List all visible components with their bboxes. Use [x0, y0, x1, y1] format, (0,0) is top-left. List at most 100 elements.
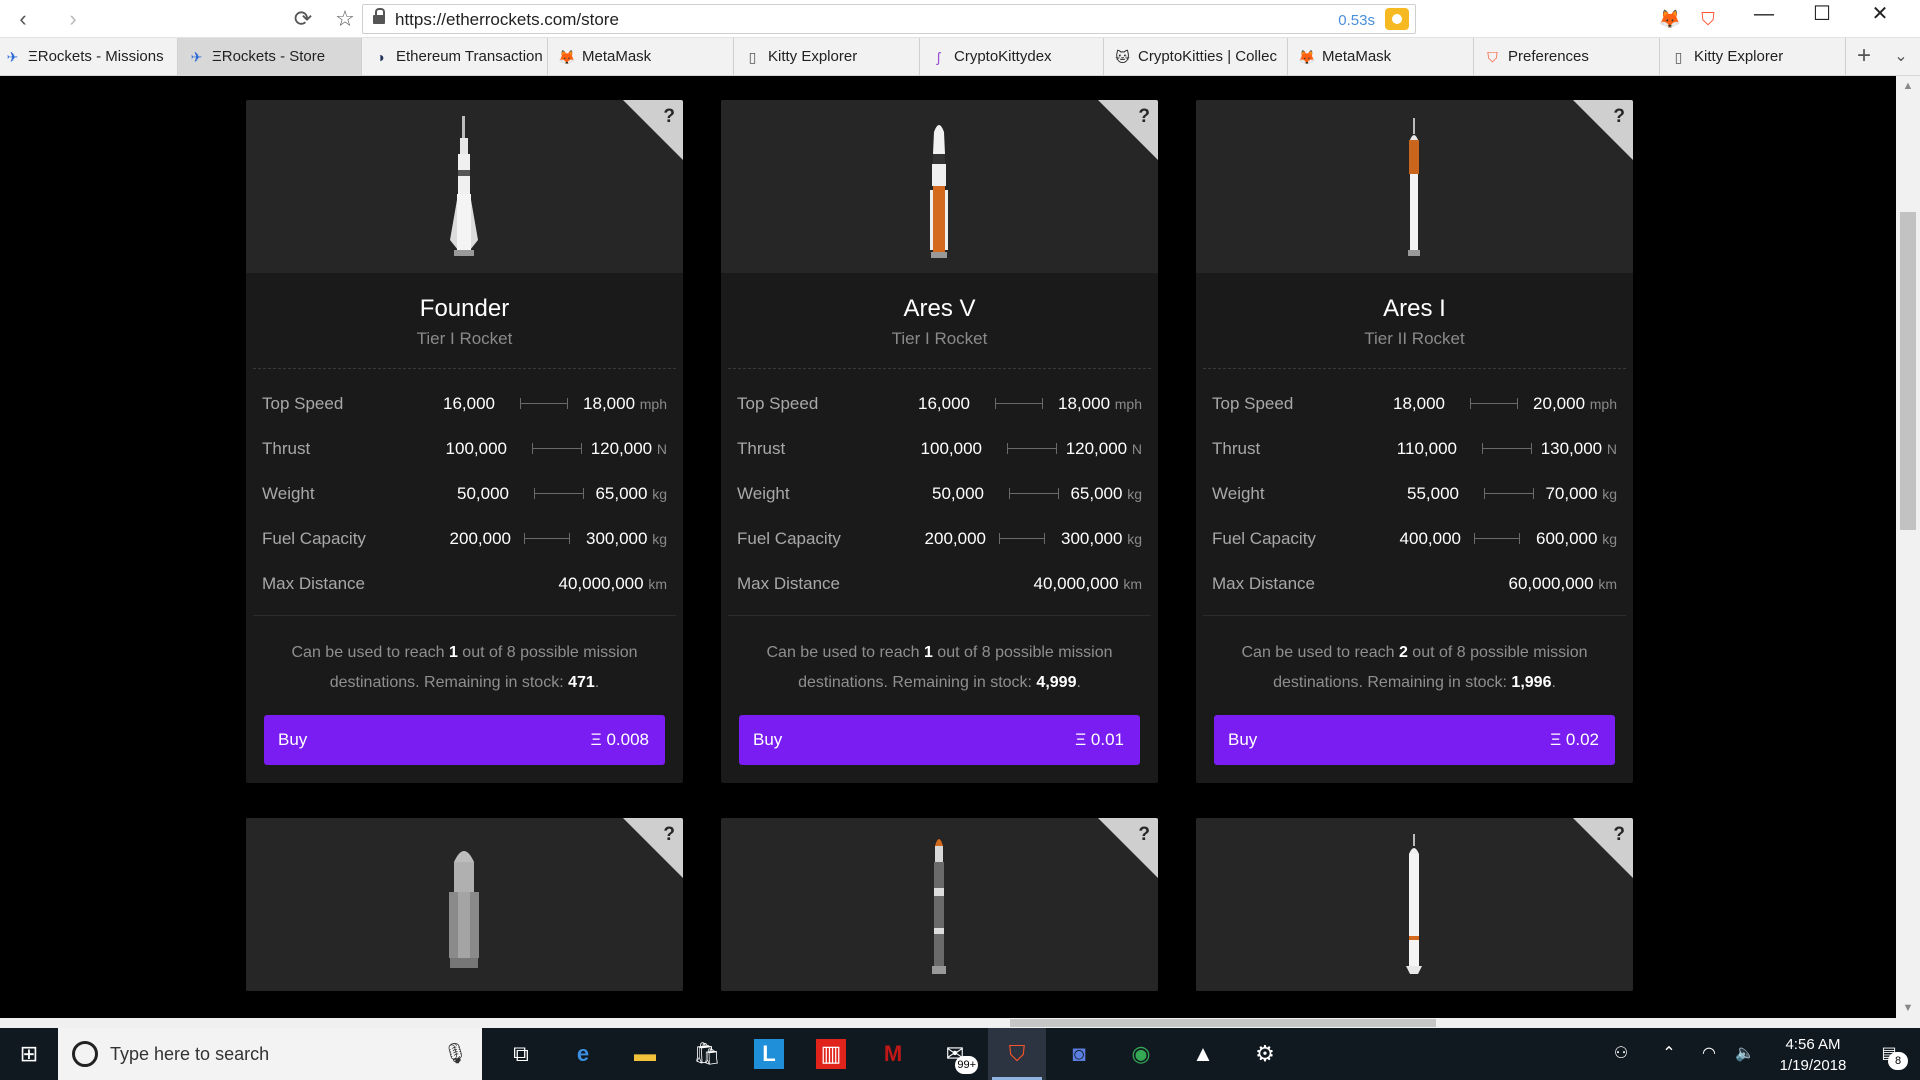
question-icon[interactable]: ? — [663, 824, 675, 846]
back-arrow-icon: ‹ — [19, 6, 27, 31]
stat-thrust: Thrust 100,000 120,000 N — [737, 439, 1142, 458]
rocket-stats: Top Speed 16,000 18,000 mph Thrust 100,000 1… — [253, 369, 676, 606]
buy-button-ares-i[interactable]: Buy Ξ 0.02 — [1214, 715, 1615, 765]
range-line — [1484, 488, 1534, 499]
rocket-tier: Tier I Rocket — [891, 329, 988, 348]
camera-app-button[interactable]: ◙ — [1050, 1028, 1108, 1080]
tab-metamask-2[interactable]: 🦊 MetaMask — [1288, 38, 1474, 76]
start-button[interactable]: ⊞ — [0, 1028, 58, 1080]
chevron-up-icon[interactable]: ⌃ — [1654, 1028, 1684, 1080]
buy-button-founder[interactable]: Buy Ξ 0.008 — [264, 715, 665, 765]
rocket-card-ares-i: ? Ares I Tier II Rocket Top Speed 18,000 2… — [1196, 100, 1633, 783]
tab-rockets-store[interactable]: ✈ ΞRockets - Store — [178, 38, 362, 76]
tab-ethereum-transaction[interactable]: ◑ Ethereum Transaction — [362, 38, 548, 76]
rocket-name: Founder — [419, 295, 510, 322]
red-app-icon: ▥ — [816, 1039, 846, 1069]
rocket-stats: Top Speed 16,000 18,000 mph Thrust 100,000 1… — [728, 369, 1151, 606]
metamask-fox-icon[interactable]: 🦊 — [1656, 5, 1684, 33]
rocket-tier: Tier II Rocket — [1364, 329, 1465, 348]
horizontal-scrollbar[interactable] — [0, 1018, 1920, 1028]
file-explorer-button[interactable]: ▬ — [616, 1028, 674, 1080]
metamask-fox-icon: 🦊 — [1298, 49, 1316, 65]
range-line — [1007, 443, 1057, 454]
rocket-image — [932, 839, 946, 974]
stat-max-distance: Max Distance 60,000,000 km — [1212, 574, 1617, 593]
taskbar-search[interactable]: Type here to search 🎙 — [58, 1028, 482, 1080]
back-button[interactable]: ‹ — [8, 4, 38, 34]
stat-weight: Weight 55,000 70,000 kg — [1212, 484, 1617, 503]
edge-button[interactable]: e — [554, 1028, 612, 1080]
minimize-button[interactable]: — — [1736, 0, 1792, 30]
stat-fuel-capacity: Fuel Capacity 400,000 600,000 kg — [1212, 529, 1617, 548]
rocket-icon: ✈ — [6, 49, 19, 65]
rocket-image-area: ? — [721, 100, 1158, 273]
etherscan-icon: ◑ — [376, 49, 385, 65]
wifi-icon[interactable]: ◠ — [1694, 1028, 1724, 1080]
close-window-button[interactable]: ✕ — [1852, 0, 1908, 30]
windows-logo-icon: ⊞ — [19, 1041, 39, 1066]
maximize-button[interactable]: ☐ — [1794, 0, 1850, 30]
reload-icon: ⟳ — [293, 6, 313, 31]
clock[interactable]: 4:56 AM 1/19/2018 — [1768, 1034, 1858, 1076]
brave-button[interactable]: ⛉ — [988, 1028, 1046, 1080]
question-icon[interactable]: ? — [663, 106, 675, 128]
people-icon[interactable]: ⚇ — [1604, 1028, 1638, 1080]
rocket-name: Ares I — [1383, 295, 1446, 322]
stat-top-speed: Top Speed 18,000 20,000 mph — [1212, 394, 1617, 413]
buy-button-ares-v[interactable]: Buy Ξ 0.01 — [739, 715, 1140, 765]
chrome-button[interactable]: ◉ — [1112, 1028, 1170, 1080]
founder-rocket-image — [450, 116, 478, 256]
scroll-down-icon[interactable]: ▼ — [1896, 998, 1920, 1018]
new-tab-button[interactable]: + — [1846, 38, 1882, 76]
stock-count: 471 — [568, 674, 595, 691]
range-line — [532, 443, 582, 454]
close-icon: ✕ — [1871, 3, 1889, 25]
tab-cryptokittydex[interactable]: ʃ CryptoKittydex — [920, 38, 1104, 76]
scroll-up-icon[interactable]: ▲ — [1896, 76, 1920, 96]
question-icon[interactable]: ? — [1138, 106, 1150, 128]
reach-count: 1 — [448, 644, 458, 661]
horizontal-scroll-thumb[interactable] — [1010, 1019, 1436, 1027]
microphone-icon[interactable]: 🎙 — [443, 1041, 468, 1066]
tab-list-button[interactable]: ⌄ — [1886, 38, 1916, 76]
rocket-card-row2-1: ? — [246, 818, 683, 991]
stat-weight: Weight 50,000 65,000 kg — [737, 484, 1142, 503]
range-line — [999, 533, 1045, 544]
bookmark-button[interactable]: ☆ — [330, 4, 360, 34]
stock-count: 1,996 — [1511, 674, 1552, 691]
mcafee-button[interactable]: M — [864, 1028, 922, 1080]
brave-shield-icon[interactable] — [1385, 8, 1409, 30]
rocket-image-area: ? — [246, 100, 683, 273]
rocket-card-row2-2: ? — [721, 818, 1158, 991]
address-bar[interactable]: https://etherrockets.com/store 0.53s — [362, 4, 1416, 34]
mail-button[interactable]: ✉ 99+ — [926, 1028, 984, 1080]
ares-v-rocket-image — [930, 125, 948, 258]
question-icon[interactable]: ? — [1613, 824, 1625, 846]
photos-button[interactable]: ▲ — [1174, 1028, 1232, 1080]
tab-metamask[interactable]: 🦊 MetaMask — [548, 38, 734, 76]
store-button[interactable]: 🛍 — [678, 1028, 736, 1080]
settings-button[interactable]: ⚙ — [1236, 1028, 1294, 1080]
rocket-card-founder: ? Founder Tier I Rocket Top Speed 16,000 1… — [246, 100, 683, 783]
volume-icon[interactable]: 🔈 — [1730, 1028, 1760, 1080]
reload-button[interactable]: ⟳ — [288, 4, 318, 34]
tab-kitty-explorer[interactable]: ▯ Kitty Explorer — [734, 38, 920, 76]
red-app-button[interactable]: ▥ — [802, 1028, 860, 1080]
price: Ξ 0.01 — [1075, 730, 1124, 749]
tab-cryptokitties[interactable]: 🐱 CryptoKitties | Collec — [1104, 38, 1288, 76]
scroll-thumb[interactable] — [1900, 212, 1916, 530]
question-icon[interactable]: ? — [1138, 824, 1150, 846]
forward-arrow-icon: › — [69, 6, 77, 31]
file-explorer-icon: ▬ — [634, 1041, 656, 1066]
forward-button[interactable]: › — [58, 4, 88, 34]
question-icon[interactable]: ? — [1613, 106, 1625, 128]
tab-preferences[interactable]: ⛉ Preferences — [1474, 38, 1660, 76]
vertical-scrollbar[interactable]: ▲ ▼ — [1896, 76, 1920, 1018]
edge-icon: e — [576, 1041, 590, 1066]
tab-kitty-explorer-2[interactable]: ▯ Kitty Explorer — [1660, 38, 1846, 76]
tab-rockets-missions[interactable]: ✈ ΞRockets - Missions — [0, 38, 178, 76]
task-view-button[interactable]: ⧉ — [492, 1028, 550, 1080]
action-center-button[interactable]: ▤ 8 — [1864, 1028, 1914, 1080]
brave-lion-icon[interactable]: ⛉ — [1694, 5, 1722, 33]
l-app-button[interactable]: L — [740, 1028, 798, 1080]
